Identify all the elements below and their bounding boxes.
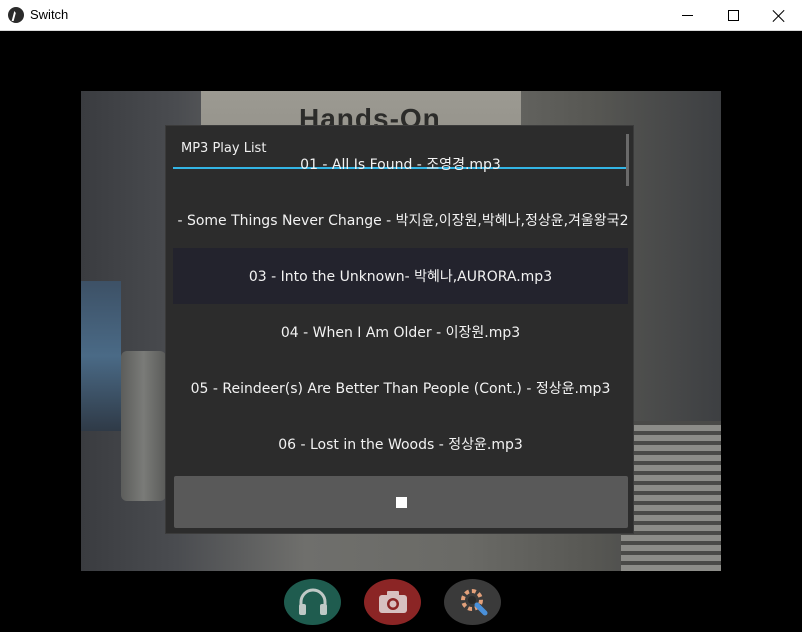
headphones-button[interactable]: [284, 579, 341, 625]
track-label: 05 - Reindeer(s) Are Better Than People …: [190, 381, 611, 397]
track-item[interactable]: 05 - Reindeer(s) Are Better Than People …: [173, 360, 628, 416]
scrollbar[interactable]: [626, 134, 629, 186]
track-label: 04 - When I Am Older - 이장원.mp3: [280, 325, 521, 341]
headphones-icon: [298, 588, 327, 615]
track-label: 03 - Into the Unknown- 박혜나,AURORA.mp3: [248, 269, 553, 285]
track-label: 01 - All Is Found - 조영경.mp3: [300, 157, 501, 173]
camera-object-notebook: [621, 421, 721, 571]
minimize-button[interactable]: [664, 0, 710, 31]
track-item[interactable]: 02 - Some Things Never Change - 박지윤,이장원,…: [173, 192, 628, 248]
camera-button[interactable]: [364, 579, 421, 625]
close-icon: [773, 10, 785, 22]
camera-icon: [378, 591, 407, 613]
window-titlebar: Switch: [0, 0, 802, 31]
track-item[interactable]: 06 - Lost in the Woods - 정상윤.mp3: [173, 416, 628, 472]
camera-object-bottle: [121, 351, 166, 501]
playlist-popup: MP3 Play List 01 - All Is Found - 조영경.mp…: [165, 125, 634, 534]
track-label: 02 - Some Things Never Change - 박지윤,이장원,…: [173, 213, 628, 229]
track-item[interactable]: 04 - When I Am Older - 이장원.mp3: [173, 304, 628, 360]
stop-icon: [395, 496, 407, 508]
close-button[interactable]: [756, 0, 802, 31]
kivy-app-icon: [8, 7, 24, 23]
minimize-icon: [681, 15, 693, 16]
settings-button[interactable]: [444, 579, 501, 625]
camera-object-left: [81, 281, 121, 431]
track-item[interactable]: 01 - All Is Found - 조영경.mp3: [173, 136, 628, 192]
window-title: Switch: [30, 7, 69, 22]
maximize-button[interactable]: [710, 0, 756, 31]
maximize-icon: [727, 10, 739, 21]
stop-button[interactable]: [174, 476, 628, 528]
settings-gear-icon: [460, 589, 487, 616]
track-label: 06 - Lost in the Woods - 정상윤.mp3: [278, 437, 523, 453]
track-item-selected[interactable]: 03 - Into the Unknown- 박혜나,AURORA.mp3: [173, 248, 628, 304]
track-list[interactable]: 01 - All Is Found - 조영경.mp3 02 - Some Th…: [173, 136, 628, 472]
